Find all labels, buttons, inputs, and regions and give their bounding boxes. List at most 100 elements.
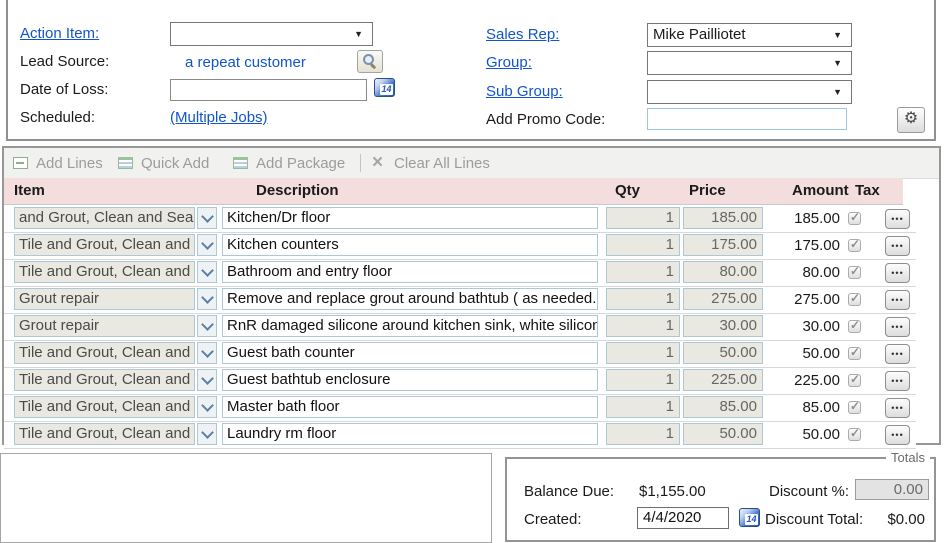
discount-total-label: Discount Total: — [765, 511, 863, 528]
calendar-day-number: 14 — [380, 84, 393, 95]
row-options-button[interactable] — [885, 371, 910, 391]
add-package-button[interactable]: Add Package — [233, 148, 345, 178]
misc-information-fieldset: Miscellaneous Information Action Item: L… — [6, 0, 936, 141]
description-input[interactable]: RnR damaged silicone around kitchen sink… — [222, 315, 598, 337]
item-dropdown-button[interactable] — [197, 207, 217, 229]
price-input[interactable]: 175.00 — [683, 234, 763, 256]
action-item-label[interactable]: Action Item: — [20, 25, 99, 42]
chevron-down-icon — [201, 210, 214, 223]
tax-checkbox[interactable] — [848, 428, 861, 441]
row-options-button[interactable] — [885, 425, 910, 445]
add-promo-code-label: Add Promo Code: — [486, 111, 605, 128]
qty-input[interactable]: 1 — [606, 342, 680, 364]
item-select-input[interactable]: Tile and Grout, Clean and — [14, 396, 195, 418]
qty-input[interactable]: 1 — [606, 315, 680, 337]
tax-checkbox[interactable] — [848, 293, 861, 306]
date-of-loss-calendar-icon[interactable]: 14 — [374, 78, 395, 97]
tax-checkbox[interactable] — [848, 320, 861, 333]
item-select-input[interactable]: Tile and Grout, Clean and — [14, 369, 195, 391]
add-lines-button[interactable]: Add Lines — [13, 148, 103, 178]
qty-input[interactable]: 1 — [606, 288, 680, 310]
qty-input[interactable]: 1 — [606, 423, 680, 445]
price-input[interactable]: 275.00 — [683, 288, 763, 310]
action-item-select[interactable] — [170, 22, 373, 46]
ellipsis-icon — [886, 372, 909, 390]
group-select[interactable] — [647, 51, 852, 75]
price-input[interactable]: 50.00 — [683, 342, 763, 364]
description-input[interactable]: Kitchen/Dr floor — [222, 207, 598, 229]
item-dropdown-button[interactable] — [197, 315, 217, 337]
item-select-input[interactable]: Grout repair — [14, 288, 195, 310]
row-options-button[interactable] — [885, 263, 910, 283]
promo-settings-button[interactable] — [897, 107, 925, 133]
item-dropdown-button[interactable] — [197, 423, 217, 445]
ellipsis-icon — [886, 345, 909, 363]
amount-value: 50.00 — [759, 426, 840, 443]
description-input[interactable]: Master bath floor — [222, 396, 598, 418]
sales-rep-label[interactable]: Sales Rep: — [486, 26, 559, 43]
item-select-input[interactable]: Tile and Grout, Clean and — [14, 234, 195, 256]
sales-rep-select[interactable]: Mike Pailliotet — [647, 23, 852, 47]
qty-input[interactable]: 1 — [606, 396, 680, 418]
item-select-input[interactable]: and Grout, Clean and Seal — [14, 207, 195, 229]
item-select-input[interactable]: Grout repair — [14, 315, 195, 337]
price-input[interactable]: 225.00 — [683, 369, 763, 391]
item-dropdown-button[interactable] — [197, 369, 217, 391]
row-options-button[interactable] — [885, 290, 910, 310]
item-select-input[interactable]: Tile and Grout, Clean and — [14, 423, 195, 445]
qty-input[interactable]: 1 — [606, 207, 680, 229]
tax-checkbox[interactable] — [848, 212, 861, 225]
description-input[interactable]: Kitchen counters — [222, 234, 598, 256]
table-row: Tile and Grout, Clean and Bathroom and e… — [4, 260, 916, 287]
multiple-jobs-link[interactable]: (Multiple Jobs) — [170, 109, 268, 126]
quick-add-button[interactable]: Quick Add — [118, 148, 209, 178]
price-input[interactable]: 80.00 — [683, 261, 763, 283]
description-input[interactable]: Remove and replace grout around bathtub … — [222, 288, 598, 310]
description-input[interactable]: Bathroom and entry floor — [222, 261, 598, 283]
date-of-loss-input[interactable] — [170, 79, 367, 101]
tax-checkbox[interactable] — [848, 347, 861, 360]
item-dropdown-button[interactable] — [197, 342, 217, 364]
sub-group-select[interactable] — [647, 80, 852, 104]
row-options-button[interactable] — [885, 236, 910, 256]
lead-source-search-button[interactable] — [357, 50, 383, 73]
tax-checkbox[interactable] — [848, 239, 861, 252]
row-options-button[interactable] — [885, 209, 910, 229]
description-input[interactable]: Guest bath counter — [222, 342, 598, 364]
sub-group-label[interactable]: Sub Group: — [486, 83, 563, 100]
item-select-input[interactable]: Tile and Grout, Clean and — [14, 342, 195, 364]
price-input[interactable]: 185.00 — [683, 207, 763, 229]
chevron-down-icon — [201, 426, 214, 439]
group-label[interactable]: Group: — [486, 54, 532, 71]
row-options-button[interactable] — [885, 317, 910, 337]
created-date-input[interactable]: 4/4/2020 — [637, 507, 729, 529]
balance-due-label: Balance Due: — [524, 483, 614, 500]
price-input[interactable]: 30.00 — [683, 315, 763, 337]
description-input[interactable]: Laundry rm floor — [222, 423, 598, 445]
row-options-button[interactable] — [885, 344, 910, 364]
item-select-input[interactable]: Tile and Grout, Clean and — [14, 261, 195, 283]
tax-checkbox[interactable] — [848, 401, 861, 414]
totals-fieldset: Totals Balance Due: $1,155.00 Discount %… — [505, 457, 936, 542]
qty-input[interactable]: 1 — [606, 234, 680, 256]
qty-input[interactable]: 1 — [606, 261, 680, 283]
discount-pct-value: 0.00 — [894, 481, 923, 498]
item-dropdown-button[interactable] — [197, 288, 217, 310]
created-label: Created: — [524, 511, 582, 528]
discount-pct-input[interactable]: 0.00 — [855, 479, 929, 500]
clear-all-lines-button[interactable]: Clear All Lines — [372, 148, 490, 178]
tax-checkbox[interactable] — [848, 266, 861, 279]
created-calendar-icon[interactable]: 14 — [739, 508, 760, 527]
tax-checkbox[interactable] — [848, 374, 861, 387]
price-input[interactable]: 85.00 — [683, 396, 763, 418]
chevron-down-icon — [201, 345, 214, 358]
description-input[interactable]: Guest bathtub enclosure — [222, 369, 598, 391]
row-options-button[interactable] — [885, 398, 910, 418]
item-dropdown-button[interactable] — [197, 261, 217, 283]
promo-code-input[interactable] — [647, 108, 847, 130]
qty-input[interactable]: 1 — [606, 369, 680, 391]
price-input[interactable]: 50.00 — [683, 423, 763, 445]
ellipsis-icon — [886, 426, 909, 444]
item-dropdown-button[interactable] — [197, 234, 217, 256]
item-dropdown-button[interactable] — [197, 396, 217, 418]
